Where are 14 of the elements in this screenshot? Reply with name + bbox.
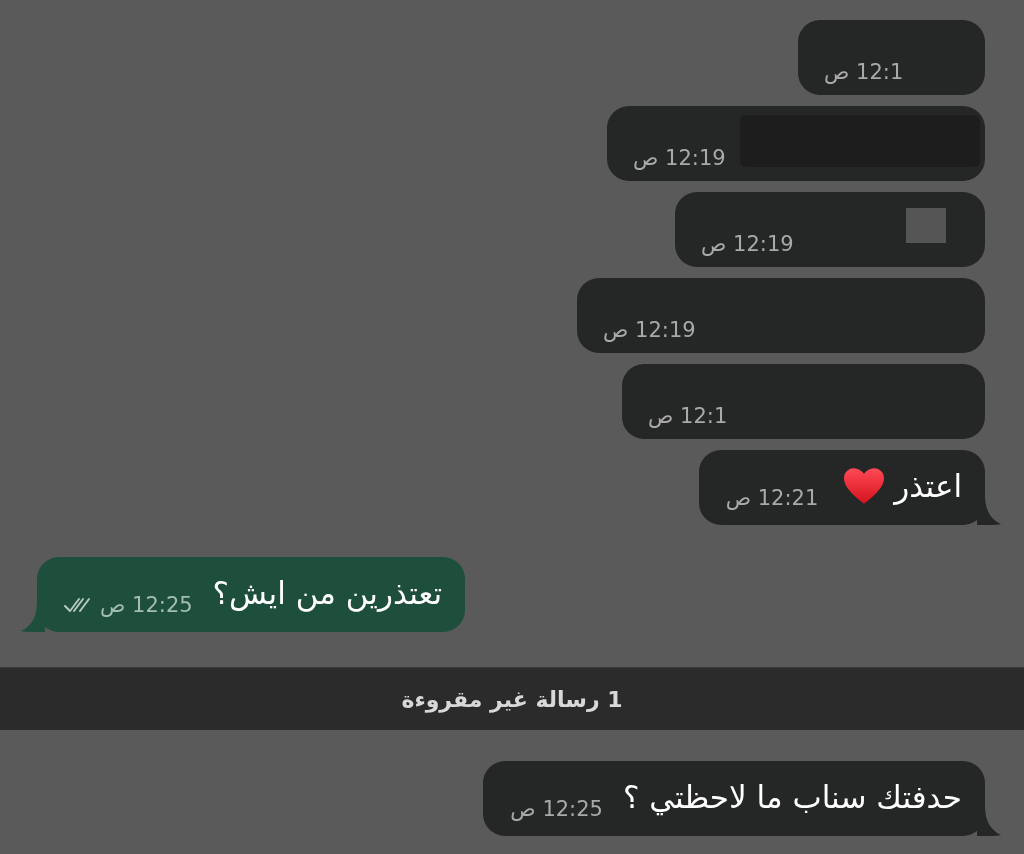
message-time: 12:19 ص [603, 318, 696, 342]
unread-label: 1 رسالة غير مقروءة [401, 685, 623, 715]
message-time: 12:1 ص [824, 60, 904, 84]
redaction-block [906, 208, 946, 243]
message-text: اعتذر [894, 468, 962, 504]
message-time: 12:19 ص [701, 232, 794, 256]
message-time: 12:21 ص [725, 486, 819, 510]
message-text: حدفتك سناب ما لاحظتي ؟ [622, 779, 962, 815]
message-text: تعتذرين من ايش؟ [212, 575, 443, 611]
heart-icon [844, 468, 885, 504]
message-time: 12:19 ص [633, 146, 726, 170]
message-time: 12:1 ص [648, 404, 728, 428]
message-time: 12:25 ص [100, 593, 193, 617]
message-time: 12:25 ص [510, 797, 603, 821]
